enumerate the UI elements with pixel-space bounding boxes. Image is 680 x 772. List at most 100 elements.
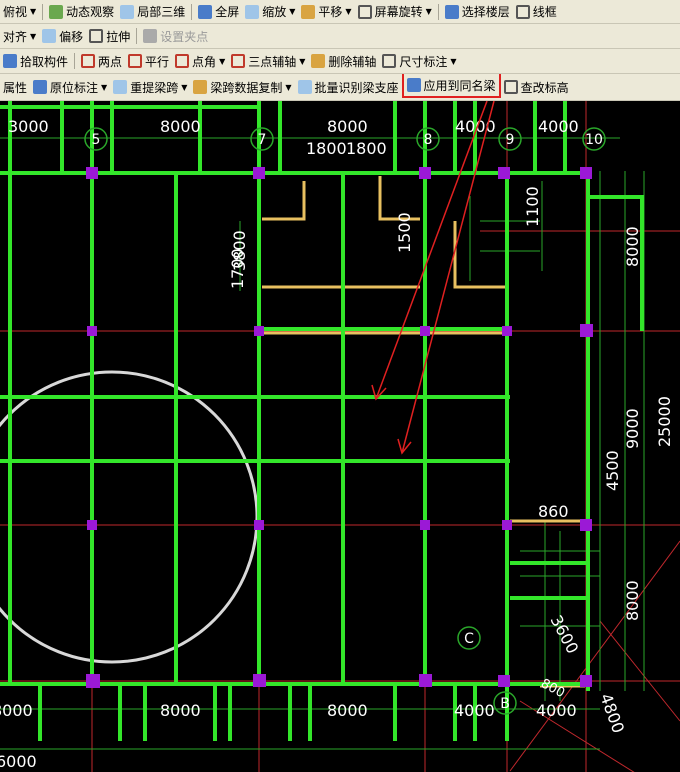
view-dropdown[interactable]: 俯视 ▼ bbox=[0, 0, 39, 23]
parallel-button[interactable]: 平行 bbox=[125, 49, 172, 73]
fullscreen-button[interactable]: 全屏 bbox=[195, 0, 242, 23]
delete-aux-button[interactable]: 删除辅轴 bbox=[308, 49, 379, 73]
column bbox=[498, 167, 510, 179]
column bbox=[254, 326, 264, 336]
bottom-dim-text: 8000 bbox=[0, 701, 33, 720]
screen-rotate-button[interactable]: 屏幕旋转 ▼ bbox=[355, 0, 435, 23]
dim-text: 3600 bbox=[546, 612, 582, 657]
beam-toolbar: 属性 原位标注 ▼ 重提梁跨 ▼ 梁跨数据复制 ▼ 批量识别梁支座 应用到同名梁 查改… bbox=[0, 74, 680, 101]
dim-text: 8000 bbox=[623, 580, 642, 621]
dynamic-observe-button[interactable]: 动态观察 bbox=[46, 0, 117, 23]
pencil-icon bbox=[143, 29, 158, 43]
beam-span-icon bbox=[113, 80, 128, 94]
copy-span-data-button[interactable]: 梁跨数据复制 ▼ bbox=[190, 74, 294, 100]
pan-label: 平移 bbox=[318, 5, 343, 19]
chevron-down-icon: ▼ bbox=[285, 82, 292, 92]
pan-button[interactable]: 平移 ▼ bbox=[298, 0, 354, 23]
magnifier-icon bbox=[245, 4, 260, 19]
dimension-label: 尺寸标注 bbox=[399, 54, 448, 69]
check-elevation-button[interactable]: 查改标高 bbox=[501, 74, 572, 100]
select-floor-button[interactable]: 选择楼层 bbox=[442, 0, 513, 23]
drawing-canvas[interactable]: 5 7 8 9 10 C B 3000 8000 8000 4000 4000 … bbox=[0, 101, 680, 772]
column bbox=[580, 324, 593, 337]
separator bbox=[437, 3, 439, 20]
fullscreen-icon bbox=[198, 4, 213, 19]
eraser-icon bbox=[311, 54, 326, 68]
dim-text: 800 bbox=[538, 676, 567, 701]
top-dim-text: 4000 bbox=[538, 117, 579, 136]
copy-span-data-label: 梁跨数据复制 bbox=[210, 80, 283, 95]
point-angle-button[interactable]: 点角 ▼ bbox=[172, 49, 228, 73]
top-dim-text: 8000 bbox=[160, 117, 201, 136]
chevron-down-icon: ▼ bbox=[101, 82, 108, 92]
zoom-button[interactable]: 缩放 ▼ bbox=[242, 0, 298, 23]
column bbox=[87, 520, 97, 530]
properties-button[interactable]: 属性 bbox=[0, 74, 30, 100]
batch-support-label: 批量识别梁支座 bbox=[314, 80, 399, 95]
properties-label: 属性 bbox=[3, 80, 28, 95]
view-toolbar: 俯视 ▼ 动态观察 局部三维 全屏 缩放 ▼ 平移 ▼ 屏幕旋转 ▼ 选择楼层 线框 bbox=[0, 0, 680, 24]
batch-icon bbox=[297, 80, 312, 94]
point-angle-label: 点角 bbox=[192, 54, 217, 69]
pick-icon bbox=[3, 54, 17, 68]
dimension-button[interactable]: 尺寸标注 ▼ bbox=[379, 49, 459, 73]
axis-lines bbox=[0, 101, 680, 772]
chevron-down-icon: ▼ bbox=[425, 7, 432, 16]
two-point-axis-icon bbox=[81, 54, 96, 68]
check-elevation-label: 查改标高 bbox=[520, 80, 569, 95]
three-point-icon bbox=[231, 54, 246, 68]
align-dropdown[interactable]: 对齐 ▼ bbox=[0, 24, 39, 48]
brush-icon bbox=[193, 80, 208, 94]
columns bbox=[86, 167, 593, 688]
axis-toolbar: 拾取构件 两点 平行 点角 ▼ 三点辅轴 ▼ 删除辅轴 尺寸标注 ▼ bbox=[0, 49, 680, 74]
wireframe-label: 线框 bbox=[532, 5, 557, 19]
set-grip-label: 设置夹点 bbox=[160, 29, 209, 44]
pick-component-label: 拾取构件 bbox=[20, 54, 69, 69]
re-extract-span-button[interactable]: 重提梁跨 ▼ bbox=[110, 74, 190, 100]
point-angle-icon bbox=[175, 54, 190, 68]
dynamic-observe-label: 动态观察 bbox=[66, 5, 115, 19]
stretch-label: 拉伸 bbox=[106, 29, 131, 44]
bottom-dim-text: 8000 bbox=[327, 701, 368, 720]
column bbox=[580, 675, 592, 687]
offset-button[interactable]: 偏移 bbox=[39, 24, 86, 48]
apply-same-name-beam-label: 应用到同名梁 bbox=[423, 78, 496, 93]
stretch-button[interactable]: 拉伸 bbox=[86, 24, 133, 48]
local-3d-button[interactable]: 局部三维 bbox=[117, 0, 188, 23]
edit-toolbar: 对齐 ▼ 偏移 拉伸 设置夹点 bbox=[0, 24, 680, 49]
set-grip-button[interactable]: 设置夹点 bbox=[140, 24, 211, 48]
three-point-aux-label: 三点辅轴 bbox=[248, 54, 297, 69]
two-point-button[interactable]: 两点 bbox=[78, 49, 125, 73]
column bbox=[87, 326, 97, 336]
apply-same-name-beam-button[interactable]: 应用到同名梁 bbox=[401, 74, 501, 98]
dim-text: 1100 bbox=[523, 186, 542, 227]
chevron-down-icon: ▼ bbox=[299, 56, 306, 66]
column bbox=[419, 674, 432, 687]
column bbox=[580, 519, 592, 531]
axis-letter-b: B bbox=[500, 696, 510, 712]
circular-outline bbox=[0, 370, 259, 664]
dim-text: 4500 bbox=[603, 450, 622, 491]
top-dim-text: 8000 bbox=[327, 117, 368, 136]
column bbox=[253, 167, 265, 179]
bottom-total-text: 6000 bbox=[0, 752, 37, 771]
pick-component-button[interactable]: 拾取构件 bbox=[0, 49, 71, 73]
axis-number: 7 bbox=[258, 132, 267, 148]
align-label: 对齐 bbox=[3, 29, 28, 44]
batch-support-button[interactable]: 批量识别梁支座 bbox=[295, 74, 402, 100]
chevron-down-icon: ▼ bbox=[219, 56, 226, 66]
column bbox=[502, 520, 512, 530]
in-situ-mark-button[interactable]: 原位标注 ▼ bbox=[30, 74, 110, 100]
layers-icon bbox=[444, 4, 459, 19]
cube-icon bbox=[120, 4, 135, 19]
two-point-label: 两点 bbox=[98, 54, 123, 69]
chevron-down-icon: ▼ bbox=[289, 7, 296, 16]
column bbox=[580, 167, 592, 179]
axis-number: 5 bbox=[92, 132, 101, 148]
parallel-label: 平行 bbox=[145, 54, 170, 69]
apply-icon bbox=[406, 78, 421, 92]
axis-letter-c: C bbox=[464, 631, 474, 647]
annotation-arrow-line bbox=[401, 101, 495, 454]
three-point-aux-button[interactable]: 三点辅轴 ▼ bbox=[228, 49, 308, 73]
wireframe-button[interactable]: 线框 bbox=[513, 0, 560, 23]
